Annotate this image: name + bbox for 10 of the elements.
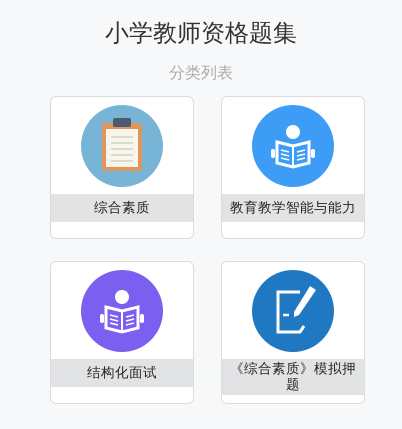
page-title: 小学教师资格题集 [105,18,297,49]
category-label: 《综合素质》模拟押题 [222,359,364,395]
category-label: 教育教学智能与能力 [222,194,364,222]
category-label: 综合素质 [51,194,193,222]
section-subtitle: 分类列表 [169,62,233,84]
category-card[interactable]: 综合素质 [50,96,194,239]
category-label: 结构化面试 [51,359,193,387]
category-card[interactable]: 结构化面试 [50,261,194,404]
category-card[interactable]: 《综合素质》模拟押题 [221,261,365,404]
category-card[interactable]: 教育教学智能与能力 [221,96,365,239]
